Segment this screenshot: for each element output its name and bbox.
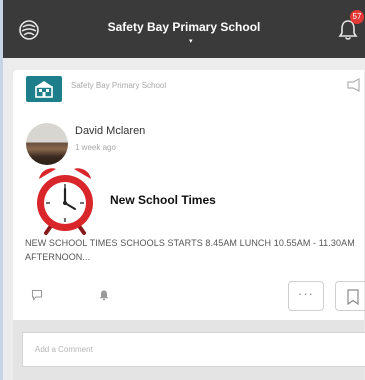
comment-bar [13, 320, 365, 380]
bookmark-button[interactable] [335, 281, 365, 311]
school-selector[interactable]: Safety Bay Primary School [3, 20, 365, 34]
card-school-name: Safety Bay Primary School [71, 81, 167, 90]
author-name[interactable]: David Mclaren [75, 125, 145, 137]
alarm-clock-icon [33, 165, 113, 237]
comment-icon[interactable] [31, 288, 43, 301]
bookmark-icon [347, 289, 359, 305]
top-bar: Safety Bay Primary School ▾ 57 [3, 0, 365, 58]
chevron-down-icon[interactable]: ▾ [189, 37, 193, 45]
school-logo [26, 76, 62, 102]
comment-input[interactable] [22, 332, 365, 367]
announcement-icon [345, 77, 363, 93]
more-options-button[interactable]: ··· [288, 281, 324, 311]
notification-badge: 57 [350, 10, 364, 24]
post-excerpt[interactable]: NEW SCHOOL TIMES SCHOOLS STARTS 8.45AM L… [25, 236, 355, 264]
like-icon[interactable] [98, 288, 110, 301]
app-window: Safety Bay Primary School ▾ 57 Safety Ba… [3, 0, 365, 380]
avatar[interactable] [26, 123, 68, 165]
post-card[interactable]: Safety Bay Primary School David Mclaren … [13, 70, 365, 320]
post-timestamp: 1 week ago [75, 143, 116, 152]
post-title[interactable]: New School Times [110, 193, 216, 207]
